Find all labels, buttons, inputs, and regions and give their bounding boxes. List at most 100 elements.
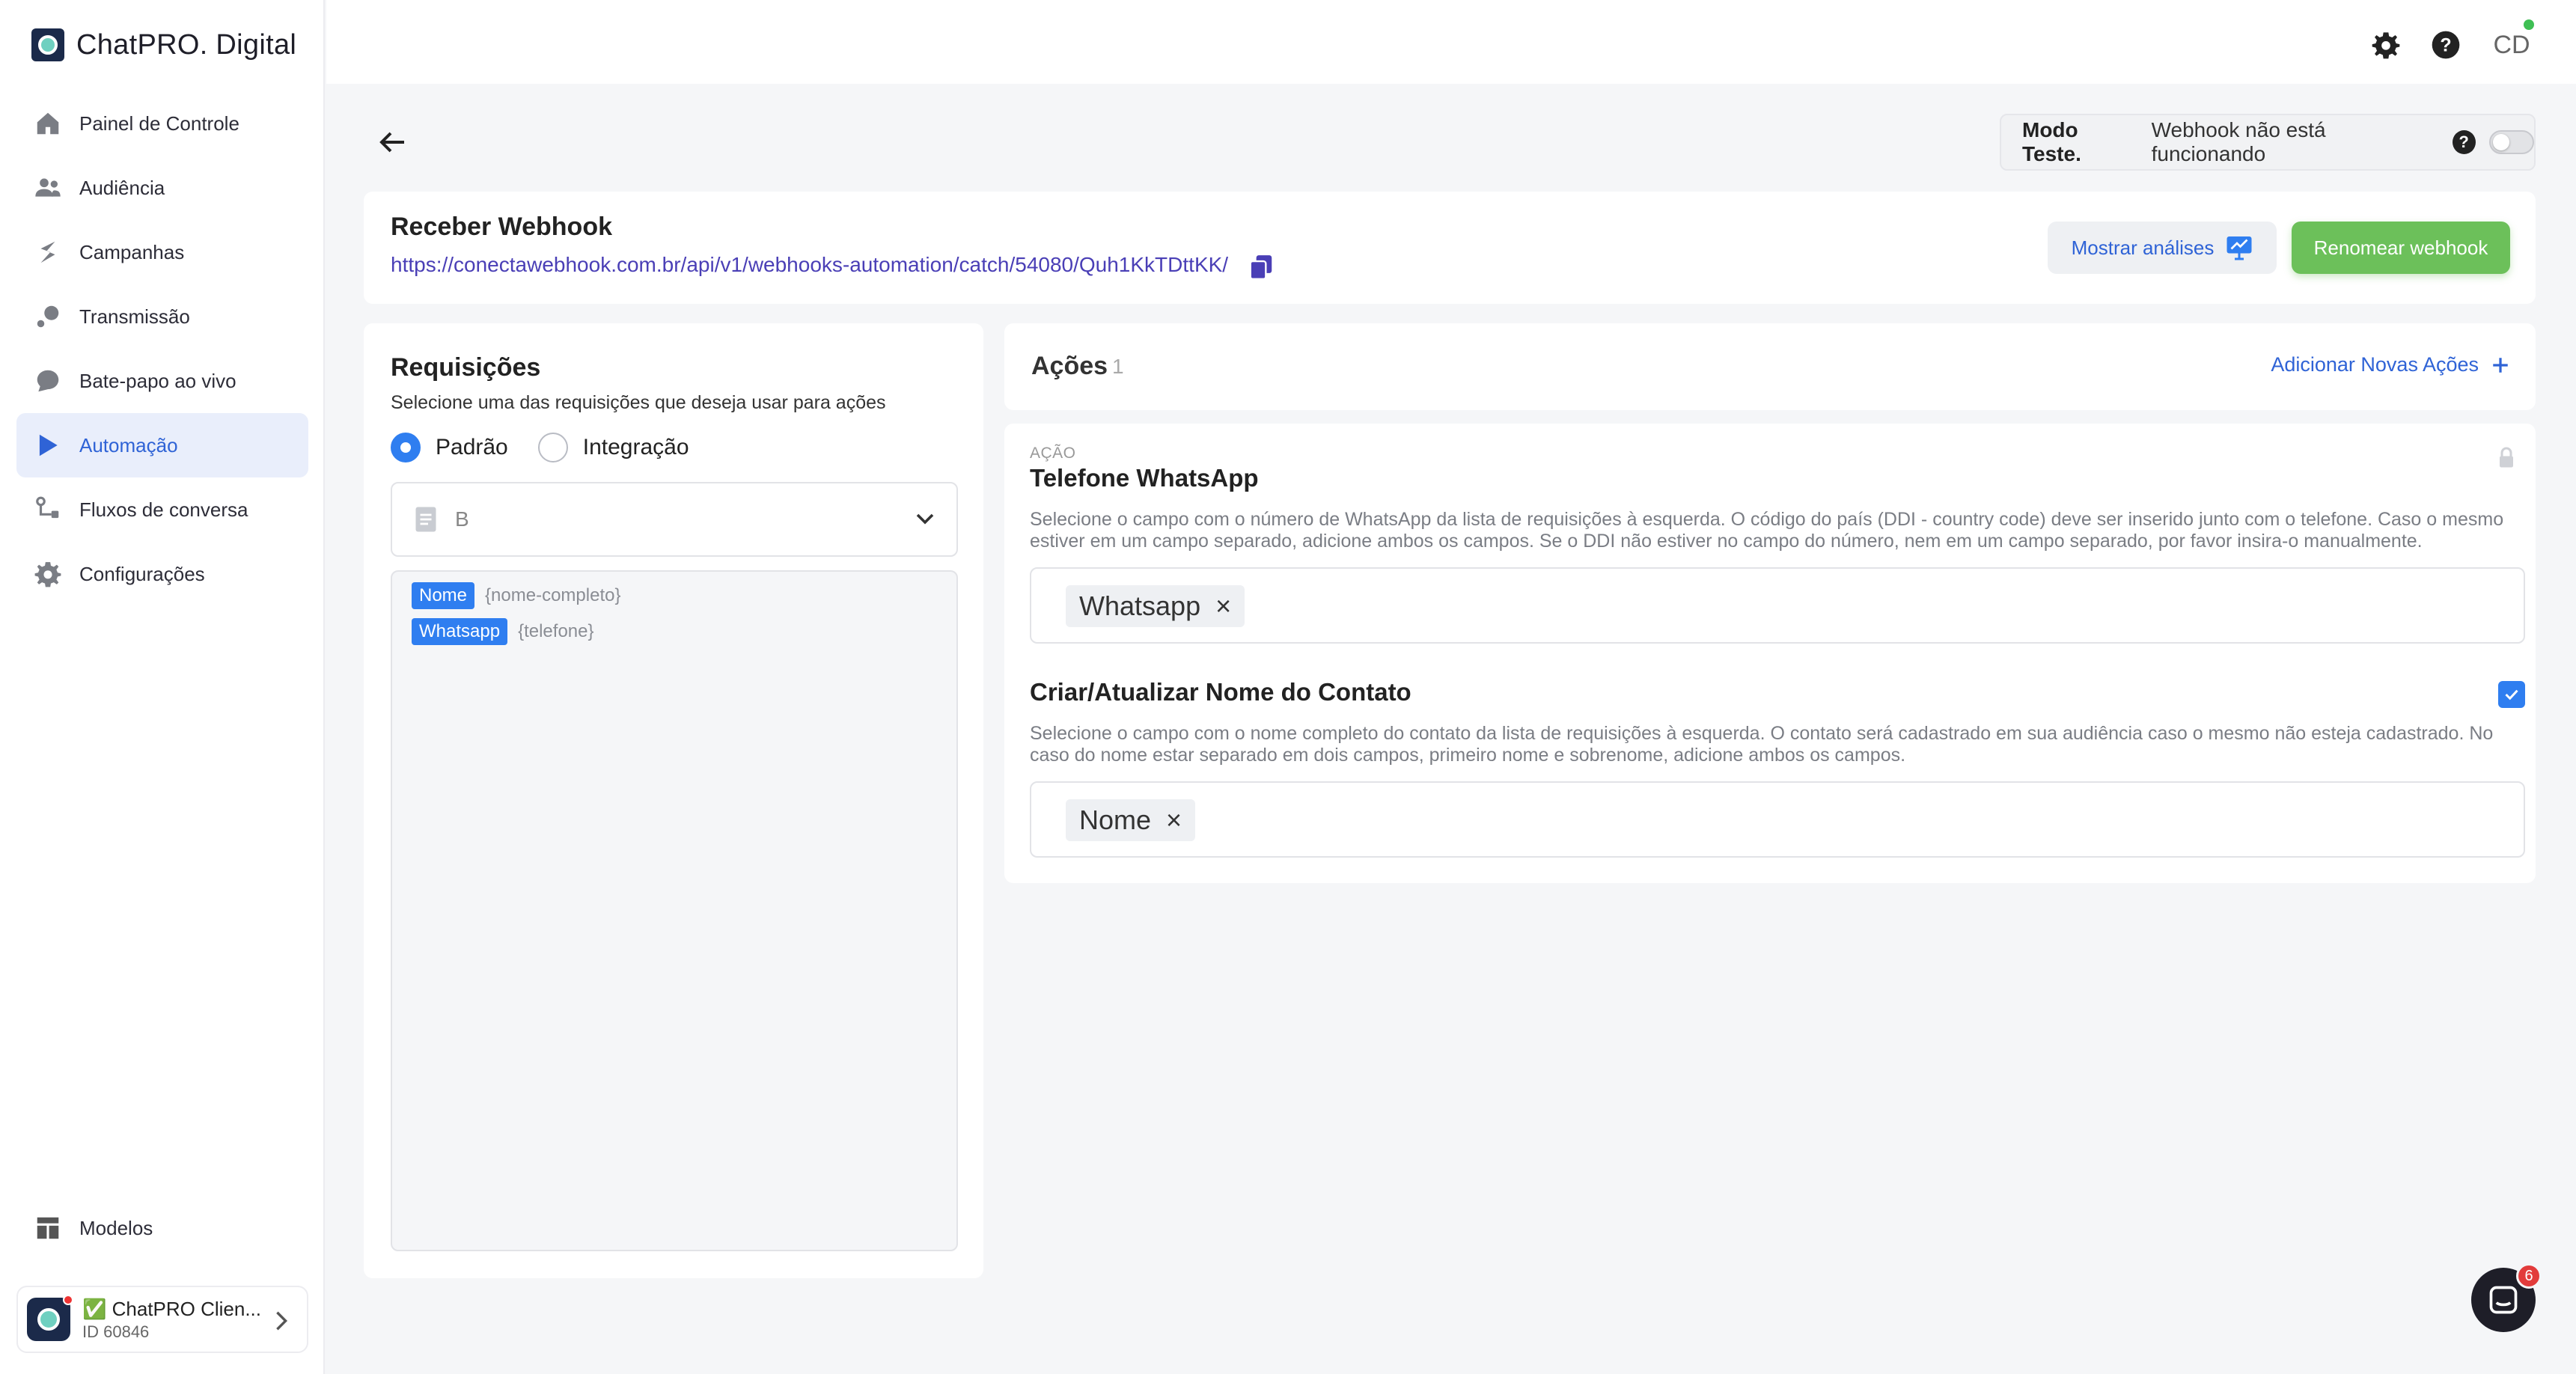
request-select-value: B (455, 507, 469, 531)
request-type-radio-group: Padrão Integração (391, 433, 704, 462)
actions-header: Ações 1 Adicionar Novas Ações (1004, 323, 2536, 410)
templates-icon (33, 1213, 63, 1243)
radio-default-label: Padrão (436, 435, 508, 459)
phone-field-input[interactable]: Whatsapp × (1030, 567, 2525, 644)
selected-field-chip: Nome × (1066, 799, 1196, 841)
radio-integration-label: Integração (582, 435, 689, 459)
help-icon[interactable]: ? (2452, 130, 2476, 154)
account-switcher[interactable]: ✅ ChatPRO Clien... ID 60846 (16, 1286, 308, 1353)
sidebar-item-settings[interactable]: Configurações (16, 542, 308, 606)
avatar-initials: CD (2493, 30, 2530, 59)
show-analysis-button[interactable]: Mostrar análises (2048, 222, 2277, 274)
settings-button[interactable] (2369, 28, 2402, 61)
sidebar-item-dashboard[interactable]: Painel de Controle (16, 91, 308, 156)
copy-icon[interactable] (1247, 253, 1275, 281)
back-button[interactable] (374, 124, 410, 160)
chevron-right-icon (272, 1310, 290, 1336)
sidebar-item-audience[interactable]: Audiência (16, 156, 308, 220)
arrow-left-icon (379, 132, 404, 153)
radio-integration[interactable] (537, 433, 568, 462)
request-fields-list: Nome {nome-completo} Whatsapp {telefone} (391, 570, 958, 1251)
rename-webhook-label: Renomear webhook (2313, 236, 2488, 259)
field-variable: {telefone} (518, 621, 594, 641)
chip-label: Nome (1079, 804, 1152, 835)
home-icon (33, 109, 63, 138)
field-tag-whatsapp[interactable]: Whatsapp (412, 618, 508, 645)
sidebar-item-label: Automação (79, 433, 178, 457)
field-variable: {nome-completo} (485, 585, 621, 605)
rename-webhook-button[interactable]: Renomear webhook (2292, 222, 2510, 274)
webhook-url[interactable]: https://conectawebhook.com.br/api/v1/web… (391, 253, 1228, 277)
contact-action-description: Selecione o campo com o nome completo do… (1030, 723, 2494, 766)
broadcast-icon (33, 302, 63, 332)
action-caption: AÇÃO (1030, 445, 1076, 462)
phone-action-description: Selecione o campo com o número de WhatsA… (1030, 509, 2504, 552)
sidebar-item-flows[interactable]: Fluxos de conversa (16, 477, 308, 542)
test-mode-toggle[interactable] (2488, 130, 2534, 154)
add-action-label: Adicionar Novas Ações (2271, 353, 2479, 376)
sidebar-item-templates[interactable]: Modelos (16, 1196, 308, 1260)
test-mode-status: Webhook não está funcionando (2151, 118, 2326, 165)
support-chat-button[interactable]: 6 (2471, 1263, 2542, 1332)
notification-dot (63, 1295, 73, 1305)
requests-panel: Requisições Selecione uma das requisiçõe… (364, 323, 983, 1278)
help-button[interactable]: ? (2429, 28, 2462, 61)
sidebar-item-broadcast[interactable]: Transmissão (16, 284, 308, 349)
sidebar-nav: Painel de Controle Audiência Campanhas T… (16, 91, 308, 606)
remove-chip-icon[interactable]: × (1166, 804, 1182, 836)
test-mode-bar: Modo Teste. Webhook não está funcionando… (2000, 114, 2536, 171)
requests-title: Requisições (391, 353, 541, 382)
account-avatar (27, 1295, 73, 1341)
chip-label: Whatsapp (1079, 590, 1201, 621)
play-icon (33, 430, 63, 460)
webhook-title: Receber Webhook (391, 213, 613, 241)
checkmark-icon (2505, 689, 2518, 700)
remove-chip-icon[interactable]: × (1215, 590, 1231, 622)
brand[interactable]: ChatPRO. Digital (31, 27, 296, 63)
test-mode-label: Modo Teste. (2022, 118, 2081, 165)
document-icon (415, 507, 436, 532)
sidebar-bottom: Modelos (16, 1196, 308, 1260)
sidebar-item-live-chat[interactable]: Bate-papo ao vivo (16, 349, 308, 413)
brand-name: ChatPRO. Digital (76, 28, 297, 61)
users-icon (33, 173, 63, 203)
sidebar-item-campaigns[interactable]: Campanhas (16, 220, 308, 284)
flow-icon (33, 495, 63, 525)
selected-field-chip: Whatsapp × (1066, 585, 1245, 627)
sidebar-item-label: Bate-papo ao vivo (79, 369, 236, 392)
account-name: ✅ ChatPRO Clien... (82, 1297, 262, 1320)
show-analysis-label: Mostrar análises (2071, 236, 2215, 259)
plus-icon (2493, 357, 2508, 373)
account-id: ID 60846 (82, 1322, 150, 1341)
field-tag-nome[interactable]: Nome (412, 582, 475, 609)
top-header: ? CD (326, 0, 2576, 84)
sidebar-item-label: Fluxos de conversa (79, 498, 248, 521)
webhook-card: Receber Webhook https://conectawebhook.c… (364, 192, 2536, 304)
add-action-button[interactable]: Adicionar Novas Ações (2271, 353, 2510, 376)
svg-text:?: ? (2440, 34, 2451, 55)
online-indicator (2524, 19, 2534, 30)
sidebar: ChatPRO. Digital Painel de Controle Audi… (0, 0, 325, 1374)
chat-bubble-icon (33, 366, 63, 396)
phone-action-title: Telefone WhatsApp (1030, 464, 1259, 492)
list-item: Whatsapp {telefone} (412, 618, 594, 645)
lock-icon (2497, 446, 2516, 472)
sidebar-item-label: Campanhas (79, 240, 185, 263)
campaign-icon (33, 237, 63, 267)
contact-name-checkbox[interactable] (2498, 681, 2525, 708)
sidebar-item-label: Painel de Controle (79, 112, 239, 135)
list-item: Nome {nome-completo} (412, 582, 620, 609)
sidebar-item-label: Audiência (79, 176, 165, 199)
sidebar-item-automation[interactable]: Automação (16, 413, 308, 477)
radio-default[interactable] (391, 433, 421, 462)
presentation-chart-icon (2226, 236, 2252, 260)
request-select[interactable]: B (391, 482, 958, 557)
chevron-down-icon (913, 507, 937, 535)
gear-icon (2372, 32, 2400, 59)
unread-badge: 6 (2516, 1263, 2542, 1289)
contact-field-input[interactable]: Nome × (1030, 781, 2525, 858)
actions-count: 1 (1112, 355, 1124, 378)
chat-icon (2489, 1286, 2518, 1314)
user-avatar[interactable]: CD (2489, 19, 2534, 67)
sidebar-item-label: Configurações (79, 562, 205, 585)
